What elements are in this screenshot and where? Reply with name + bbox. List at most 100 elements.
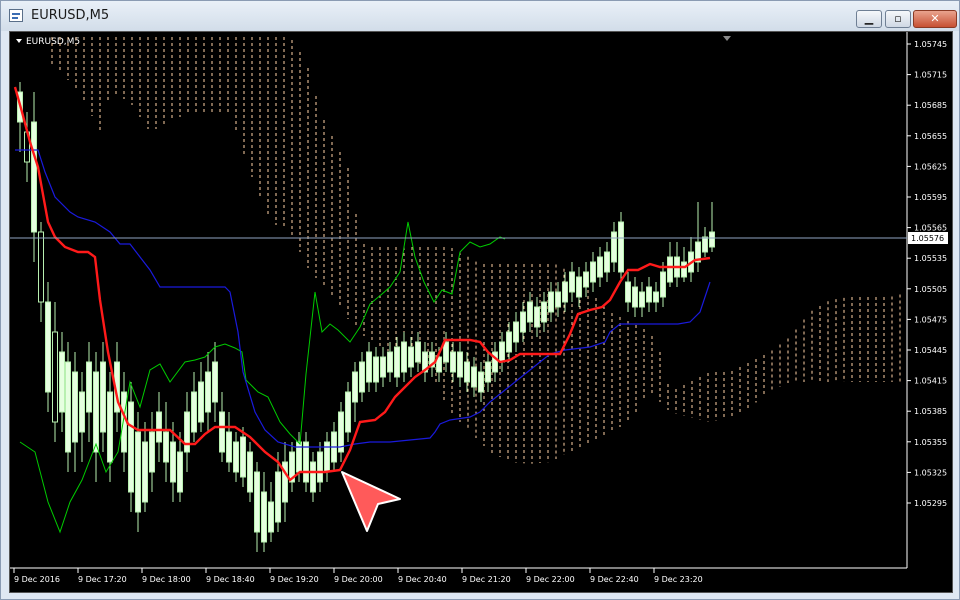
minimize-button[interactable]: ▁ (856, 10, 882, 28)
price-tick-label: 1.05385 (914, 407, 947, 416)
candle-body (471, 366, 477, 388)
chart-shift-icon[interactable] (723, 36, 731, 41)
price-tick-label: 1.05715 (914, 71, 947, 80)
candle-body (156, 411, 162, 443)
time-tick-label: 9 Dec 23:20 (654, 575, 703, 584)
candle-body (100, 361, 106, 433)
mouse-cursor-icon (341, 471, 401, 532)
candle-body (597, 256, 603, 278)
price-chart[interactable]: EURUSD,M5 1.05745 1.05715 1.05685 1.05655 1.… (9, 31, 953, 593)
candle-body (632, 286, 638, 308)
candle-body (198, 381, 204, 423)
candle-body (38, 231, 44, 303)
candle-body (373, 356, 379, 383)
candle-body (226, 431, 232, 463)
candle-body (52, 331, 58, 423)
price-tick-label: 1.05745 (914, 40, 947, 49)
candle-body (149, 431, 155, 473)
price-tick-label: 1.05355 (914, 438, 947, 447)
ichimoku-cloud (51, 37, 901, 464)
candle-body (366, 351, 372, 383)
candle-body (457, 351, 463, 378)
candle-body (646, 286, 652, 303)
candle-body (79, 391, 85, 433)
current-price-label: 1.05576 (911, 234, 944, 243)
candle-body (506, 331, 512, 353)
chart-window-icon (9, 9, 23, 22)
tenkan-sen-line (13, 86, 711, 482)
candle-body (177, 451, 183, 493)
candle-body (709, 231, 715, 248)
candle-body (478, 371, 484, 393)
candle-body (212, 361, 218, 403)
candle-body (590, 261, 596, 283)
candle-body (261, 491, 267, 543)
candle-body (163, 431, 169, 463)
price-tick-label: 1.05415 (914, 377, 947, 386)
candle-body (31, 121, 37, 233)
candle-body (135, 431, 141, 513)
candle-body (555, 291, 561, 308)
candle-body (499, 341, 505, 363)
chart-canvas[interactable]: EURUSD,M5 1.057451.057151.056851.056551.… (10, 32, 952, 592)
close-button[interactable]: ✕ (913, 10, 957, 28)
candle-body (240, 436, 246, 478)
candle-body (618, 221, 624, 273)
candle-body (254, 471, 260, 533)
title-bar[interactable]: EURUSD,M5 ▁ ▫ ✕ (1, 1, 959, 31)
candle-body (667, 256, 673, 283)
candle-body (527, 301, 533, 323)
candle-body (401, 341, 407, 373)
time-tick-label: 9 Dec 21:20 (462, 575, 511, 584)
candle-body (625, 281, 631, 303)
price-axis[interactable]: 1.05745 1.05715 1.05685 1.05655 1.05625 1.055… (907, 40, 947, 508)
candle-body (310, 461, 316, 493)
candle-body (415, 341, 421, 363)
maximize-button[interactable]: ▫ (885, 10, 911, 28)
price-tick-label: 1.05445 (914, 346, 947, 355)
candle-body (394, 346, 400, 378)
time-axis[interactable]: 9 Dec 2016 9 Dec 17:20 9 Dec 18:00 9 Dec 18… (13, 568, 703, 584)
candle-body (450, 351, 456, 373)
time-tick-label: 9 Dec 22:40 (590, 575, 639, 584)
price-tick-label: 1.05505 (914, 285, 947, 294)
time-tick-label: 9 Dec 20:40 (398, 575, 447, 584)
chart-menu-icon[interactable] (16, 39, 22, 43)
price-tick-label: 1.05685 (914, 101, 947, 110)
candle-body (205, 371, 211, 413)
candle-body (359, 361, 365, 393)
candle-body (562, 281, 568, 303)
candle-body (485, 361, 491, 383)
candle-body (303, 441, 309, 483)
candle-body (65, 361, 71, 453)
time-tick-label: 9 Dec 17:20 (78, 575, 127, 584)
candle-body (142, 441, 148, 503)
candle-body (408, 346, 414, 368)
candlesticks (17, 82, 715, 552)
candle-body (45, 301, 51, 393)
candle-body (443, 341, 449, 363)
candle-body (233, 441, 239, 473)
candle-body (345, 391, 351, 433)
price-tick-label: 1.05625 (914, 162, 947, 171)
candle-body (534, 306, 540, 328)
candle-body (604, 251, 610, 273)
candle-body (128, 401, 134, 493)
candle-body (219, 411, 225, 453)
candle-body (583, 271, 589, 288)
candle-body (93, 371, 99, 453)
candle-body (681, 261, 687, 278)
candle-body (352, 371, 358, 403)
price-tick-label: 1.05325 (914, 468, 947, 477)
time-tick-label: 9 Dec 18:00 (142, 575, 191, 584)
price-tick-label: 1.05595 (914, 193, 947, 202)
candle-body (380, 356, 386, 378)
candle-body (247, 451, 253, 493)
candle-body (611, 231, 617, 263)
candle-body (107, 391, 113, 463)
candle-body (569, 271, 575, 293)
candle-body (121, 391, 127, 453)
symbol-label: EURUSD,M5 (26, 37, 80, 47)
time-tick-label: 9 Dec 18:40 (206, 575, 255, 584)
time-tick-label: 9 Dec 22:00 (526, 575, 575, 584)
